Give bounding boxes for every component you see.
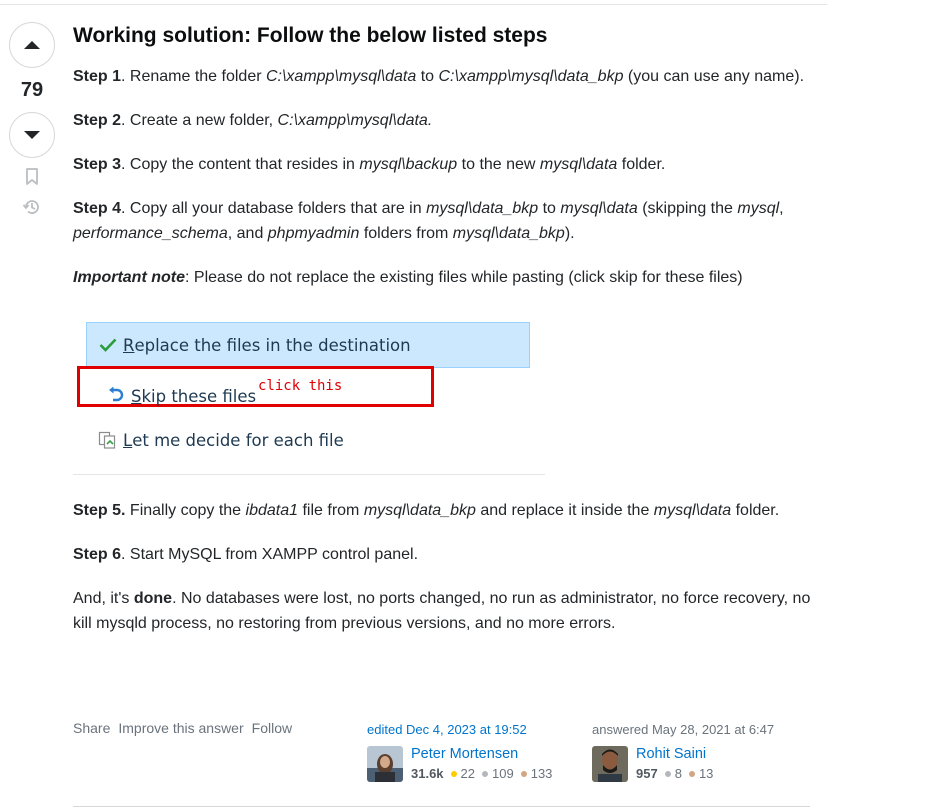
upvote-button[interactable] xyxy=(9,22,55,68)
bookmark-icon xyxy=(26,168,38,185)
author-reputation: 957 8 13 xyxy=(636,766,714,781)
answer-heading: Working solution: Follow the below liste… xyxy=(73,24,548,47)
editor-name[interactable]: Peter Mortensen xyxy=(411,746,552,763)
editor-avatar[interactable] xyxy=(367,746,403,782)
image-divider xyxy=(73,474,545,475)
downvote-button[interactable] xyxy=(9,112,55,158)
bronze-badge-icon xyxy=(688,770,695,777)
follow-link[interactable]: Follow xyxy=(252,720,292,736)
gold-badge-icon xyxy=(450,770,457,777)
edited-timestamp[interactable]: edited Dec 4, 2023 at 19:52 xyxy=(367,720,552,740)
post-menu: Share Improve this answer Follow xyxy=(73,720,292,736)
conclusion: And, it's done. No databases were lost, … xyxy=(73,590,811,632)
step-1: Step 1. Rename the folder C:\xampp\mysql… xyxy=(73,68,805,85)
improve-answer-link[interactable]: Improve this answer xyxy=(118,720,243,736)
author-avatar[interactable] xyxy=(592,746,628,782)
undo-arrow-icon xyxy=(105,387,127,405)
bottom-divider xyxy=(73,806,810,807)
arrow-down-icon xyxy=(24,131,40,139)
important-note: Important note: Please do not replace th… xyxy=(73,269,743,286)
step-5: Step 5. Finally copy the ibdata1 file fr… xyxy=(73,502,780,519)
share-link[interactable]: Share xyxy=(73,720,110,736)
author-signature: answered May 28, 2021 at 6:47 Rohit Sain… xyxy=(592,720,774,782)
step-2: Step 2. Create a new folder, C:\xampp\my… xyxy=(73,112,433,129)
click-this-annotation: click this xyxy=(258,378,343,394)
answered-timestamp[interactable]: answered May 28, 2021 at 6:47 xyxy=(592,720,774,740)
editor-signature: edited Dec 4, 2023 at 19:52 Peter Morten… xyxy=(367,720,552,782)
post-footer: Share Improve this answer Follow edited … xyxy=(73,720,813,790)
replace-files-option: Replace the files in the destination xyxy=(86,322,530,368)
vote-count: 79 xyxy=(20,79,44,101)
history-button[interactable] xyxy=(21,196,43,218)
top-divider xyxy=(0,4,827,5)
dialog-screenshot: Replace the files in the destination Ski… xyxy=(73,316,553,476)
silver-badge-icon xyxy=(664,770,671,777)
step-6: Step 6. Start MySQL from XAMPP control p… xyxy=(73,546,419,563)
arrow-up-icon xyxy=(24,41,40,49)
step-4: Step 4. Copy all your database folders t… xyxy=(73,200,784,242)
checkmark-icon xyxy=(97,338,119,352)
history-icon xyxy=(22,200,39,214)
step-3: Step 3. Copy the content that resides in… xyxy=(73,156,666,173)
copy-files-icon xyxy=(97,431,119,449)
silver-badge-icon xyxy=(482,770,489,777)
bronze-badge-icon xyxy=(520,770,527,777)
decide-each-option: Let me decide for each file xyxy=(97,420,344,460)
vote-column: 79 xyxy=(8,22,56,218)
bookmark-button[interactable] xyxy=(21,166,43,188)
skip-files-option: Skip these files xyxy=(105,376,256,416)
author-name[interactable]: Rohit Saini xyxy=(636,746,713,763)
editor-reputation: 31.6k 22 109 133 xyxy=(411,766,553,781)
answer-body: Working solution: Follow the below liste… xyxy=(73,22,813,655)
